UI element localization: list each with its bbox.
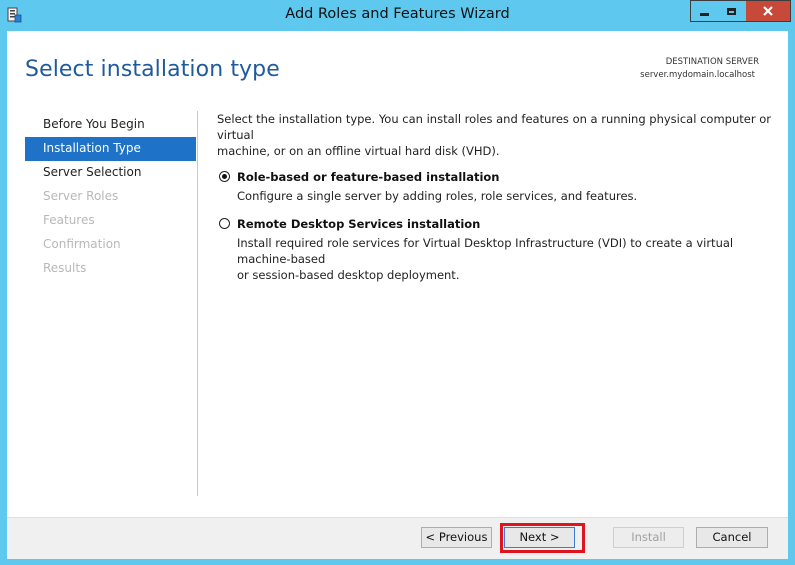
nav-item-confirmation: Confirmation [43, 237, 121, 251]
description-line-1: Select the installation type. You can in… [217, 112, 771, 142]
option-remote-desktop-desc-line-2: or session-based desktop deployment. [237, 268, 460, 282]
minimize-button[interactable] [691, 1, 717, 21]
option-remote-desktop-desc-line-1: Install required role services for Virtu… [237, 236, 734, 266]
close-button[interactable] [746, 1, 790, 21]
radio-remote-desktop[interactable] [219, 218, 230, 229]
maximize-icon [727, 7, 736, 15]
option-role-based[interactable]: Role-based or feature-based installation… [217, 169, 782, 204]
option-remote-desktop-desc: Install required role services for Virtu… [237, 235, 782, 283]
nav-item-results: Results [43, 261, 87, 275]
maximize-button[interactable] [718, 1, 745, 21]
radio-role-based[interactable] [219, 171, 230, 182]
main-content: Select the installation type. You can in… [217, 111, 782, 283]
option-remote-desktop[interactable]: Remote Desktop Services installation Ins… [217, 216, 782, 283]
description-line-2: machine, or on an offline virtual hard d… [217, 144, 500, 158]
button-bar: < Previous Next > Install Cancel [7, 517, 788, 559]
nav-item-before-you-begin[interactable]: Before You Begin [25, 113, 196, 137]
nav-item-server-roles: Server Roles [43, 189, 119, 203]
page-title: Select installation type [25, 57, 280, 82]
nav-item-features: Features [43, 213, 95, 227]
wizard-steps-nav: Before You Begin Installation Type Serve… [25, 113, 196, 281]
close-icon [763, 6, 773, 16]
window-title: Add Roles and Features Wizard [285, 6, 510, 22]
previous-button[interactable]: < Previous [421, 527, 492, 548]
wizard-body: Select installation type DESTINATION SER… [7, 31, 788, 559]
install-button: Install [613, 527, 684, 548]
destination-server-value: server.mydomain.localhost [640, 70, 755, 80]
cancel-button[interactable]: Cancel [696, 527, 768, 548]
option-role-based-desc: Configure a single server by adding role… [237, 189, 638, 203]
nav-item-server-selection[interactable]: Server Selection [25, 161, 196, 185]
destination-server-label: DESTINATION SERVER [665, 57, 759, 67]
option-role-based-label[interactable]: Role-based or feature-based installation [237, 169, 782, 185]
nav-divider [197, 111, 198, 496]
option-remote-desktop-label[interactable]: Remote Desktop Services installation [237, 216, 782, 232]
wizard-window: Add Roles and Features Wizard Select ins… [0, 0, 795, 565]
description-text: Select the installation type. You can in… [217, 111, 782, 159]
next-button-highlight [500, 523, 585, 553]
nav-item-installation-type[interactable]: Installation Type [25, 137, 196, 161]
minimize-icon [699, 12, 709, 16]
title-bar[interactable]: Add Roles and Features Wizard [0, 0, 795, 31]
